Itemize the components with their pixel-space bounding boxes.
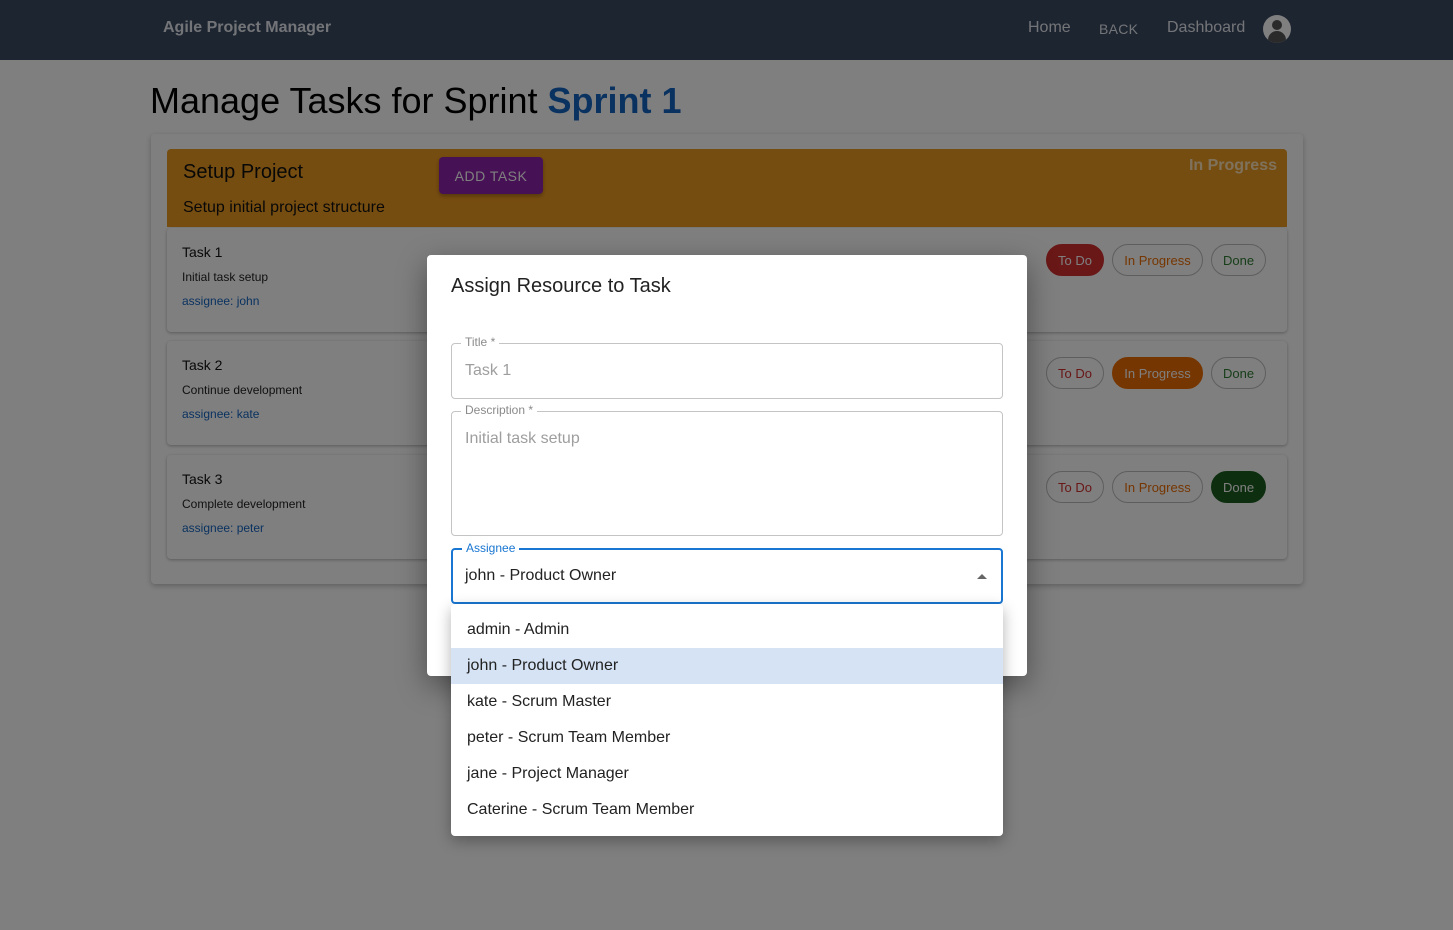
assignee-option[interactable]: Caterine - Scrum Team Member (451, 792, 1003, 828)
description-field[interactable]: Description * Initial task setup (451, 403, 1003, 536)
assignee-option-selected[interactable]: john - Product Owner (451, 648, 1003, 684)
title-field-label: Title * (461, 335, 500, 349)
description-field-value: Initial task setup (465, 430, 580, 447)
assignee-option[interactable]: kate - Scrum Master (451, 684, 1003, 720)
assignee-options-menu: admin - Admin john - Product Owner kate … (451, 604, 1003, 836)
assignee-select-value: john - Product Owner (465, 567, 617, 584)
assignee-option[interactable]: jane - Project Manager (451, 756, 1003, 792)
caret-up-icon[interactable] (977, 574, 987, 579)
assignee-option[interactable]: peter - Scrum Team Member (451, 720, 1003, 756)
assignee-select[interactable]: Assignee john - Product Owner (451, 541, 1003, 604)
assignee-select-label: Assignee (462, 541, 520, 555)
title-field-value: Task 1 (465, 362, 512, 379)
dialog-title: Assign Resource to Task (451, 275, 671, 297)
description-field-label: Description * (461, 403, 538, 417)
assignee-option[interactable]: admin - Admin (451, 612, 1003, 648)
title-field[interactable]: Title * Task 1 (451, 335, 1003, 399)
